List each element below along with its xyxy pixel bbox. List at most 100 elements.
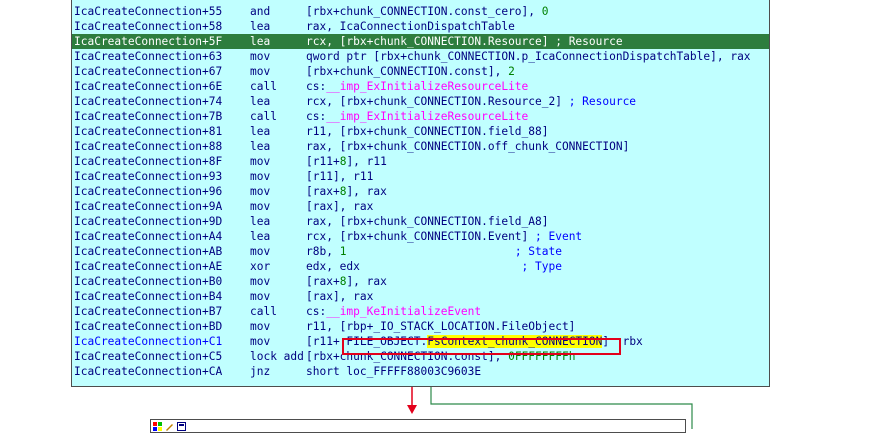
operand-token[interactable]: ], rax bbox=[346, 275, 386, 288]
instruction-row[interactable]: IcaCreateConnection+AE xor edx, edx ; Type bbox=[72, 259, 769, 274]
operand-token[interactable]: [r11+ bbox=[306, 335, 346, 348]
operand-token[interactable]: rcx, [rbx+chunk_CONNECTION.Event] bbox=[306, 230, 535, 243]
operand-token[interactable]: rcx, [rbx+chunk_CONNECTION.Resource] bbox=[306, 35, 555, 48]
operand-token[interactable]: ; State bbox=[515, 245, 562, 258]
instruction-operands[interactable]: rcx, [rbx+chunk_CONNECTION.Event] ; Even… bbox=[306, 229, 582, 244]
instruction-row[interactable]: IcaCreateConnection+63 mov qword ptr [rbx+… bbox=[72, 49, 769, 64]
instruction-mnemonic[interactable]: lea bbox=[250, 19, 270, 34]
operand-token[interactable]: FsContext_chunk_CONNECTION bbox=[427, 335, 603, 348]
instruction-row[interactable]: IcaCreateConnection+C1 mov [r11+ FILE_OBJE… bbox=[72, 334, 769, 349]
basic-block-node[interactable]: IcaCreateConnection+50callmemsetIcaCreat… bbox=[71, 0, 770, 387]
instruction-mnemonic[interactable]: mov bbox=[250, 244, 270, 259]
instruction-address[interactable]: IcaCreateConnection+A4 bbox=[74, 229, 222, 244]
instruction-mnemonic[interactable]: and bbox=[250, 4, 270, 19]
operand-token[interactable]: [rax+ bbox=[306, 275, 340, 288]
operand-token[interactable]: __imp_ExInitializeResourceLite bbox=[326, 110, 528, 123]
next-basic-block-node[interactable] bbox=[150, 419, 686, 433]
operand-token[interactable]: 0 bbox=[542, 5, 549, 18]
operand-token[interactable]: cs: bbox=[306, 110, 326, 123]
instruction-row[interactable]: IcaCreateConnection+67 mov [rbx+chunk_CONN… bbox=[72, 64, 769, 79]
operand-token[interactable]: [r11+ bbox=[306, 155, 340, 168]
instruction-address[interactable]: IcaCreateConnection+6E bbox=[74, 79, 222, 94]
instruction-row[interactable]: IcaCreateConnection+BD mov r11, [rbp+_IO_S… bbox=[72, 319, 769, 334]
instruction-row[interactable]: IcaCreateConnection+CA jnz short loc_FFFFF… bbox=[72, 364, 769, 379]
instruction-row[interactable]: IcaCreateConnection+96 mov [rax+8], rax bbox=[72, 184, 769, 199]
instruction-operands[interactable]: rcx, [rbx+chunk_CONNECTION.Resource] ; R… bbox=[306, 34, 623, 49]
operand-token[interactable]: __imp_KeInitializeEvent bbox=[326, 305, 481, 318]
operand-token[interactable]: __imp_ExInitializeResourceLite bbox=[326, 80, 528, 93]
operand-token[interactable]: ] rbx bbox=[602, 335, 642, 348]
instruction-row[interactable]: IcaCreateConnection+7B call cs:__imp_ExIni… bbox=[72, 109, 769, 124]
instruction-row[interactable]: IcaCreateConnection+B7 call cs:__imp_KeIni… bbox=[72, 304, 769, 319]
instruction-row[interactable]: IcaCreateConnection+5F lea rcx, [rbx+chunk… bbox=[72, 34, 769, 49]
operand-token[interactable]: ], r11 bbox=[346, 155, 386, 168]
instruction-mnemonic[interactable]: xor bbox=[250, 259, 270, 274]
instruction-mnemonic[interactable]: lea bbox=[250, 34, 270, 49]
instruction-address[interactable]: IcaCreateConnection+96 bbox=[74, 184, 222, 199]
instruction-address[interactable]: IcaCreateConnection+81 bbox=[74, 124, 222, 139]
operand-token[interactable] bbox=[346, 245, 514, 258]
instruction-operands[interactable]: qword ptr [rbx+chunk_CONNECTION.p_IcaCon… bbox=[306, 49, 751, 64]
instruction-operands[interactable]: short loc_FFFFF88003C9603E bbox=[306, 364, 481, 379]
instruction-operands[interactable]: [rbx+chunk_CONNECTION.const], 2 bbox=[306, 64, 515, 79]
instruction-mnemonic[interactable]: mov bbox=[250, 169, 270, 184]
instruction-address[interactable]: IcaCreateConnection+CA bbox=[74, 364, 222, 379]
instruction-row[interactable]: IcaCreateConnection+9A mov [rax], rax bbox=[72, 199, 769, 214]
instruction-address[interactable]: IcaCreateConnection+63 bbox=[74, 49, 222, 64]
operand-token[interactable]: [rax], rax bbox=[306, 200, 373, 213]
graph-color-icon[interactable] bbox=[153, 422, 162, 431]
instruction-mnemonic[interactable]: mov bbox=[250, 184, 270, 199]
instruction-mnemonic[interactable]: mov bbox=[250, 49, 270, 64]
instruction-address[interactable]: IcaCreateConnection+9A bbox=[74, 199, 222, 214]
instruction-address[interactable]: IcaCreateConnection+BD bbox=[74, 319, 222, 334]
instruction-row[interactable]: IcaCreateConnection+6E call cs:__imp_ExIni… bbox=[72, 79, 769, 94]
operand-token[interactable]: ; Event bbox=[535, 230, 582, 243]
instruction-mnemonic[interactable]: lea bbox=[250, 139, 270, 154]
instruction-address[interactable]: IcaCreateConnection+7B bbox=[74, 109, 222, 124]
operand-token[interactable]: FILE_OBJECT. bbox=[346, 335, 427, 348]
rename-icon[interactable] bbox=[165, 422, 174, 431]
instruction-address[interactable]: IcaCreateConnection+5F bbox=[74, 34, 222, 49]
operand-token[interactable]: [rax], rax bbox=[306, 290, 373, 303]
instruction-address[interactable]: IcaCreateConnection+93 bbox=[74, 169, 222, 184]
instruction-operands[interactable]: cs:__imp_KeInitializeEvent bbox=[306, 304, 481, 319]
operand-token[interactable]: cs: bbox=[306, 80, 326, 93]
operand-token[interactable]: [rbx+chunk_CONNECTION.const], bbox=[306, 350, 508, 363]
operand-token[interactable]: rax, [rbx+chunk_CONNECTION.off_chunk_CON… bbox=[306, 140, 629, 153]
instruction-address[interactable]: IcaCreateConnection+B7 bbox=[74, 304, 222, 319]
operand-token[interactable]: rax, [rbx+chunk_CONNECTION.field_A8] bbox=[306, 215, 548, 228]
operand-token[interactable]: [r11], r11 bbox=[306, 170, 373, 183]
instruction-row[interactable]: IcaCreateConnection+58 lea rax, IcaConnect… bbox=[72, 19, 769, 34]
instruction-operands[interactable]: [rax+8], rax bbox=[306, 184, 387, 199]
instruction-mnemonic[interactable]: lea bbox=[250, 214, 270, 229]
instruction-mnemonic[interactable]: mov bbox=[250, 154, 270, 169]
operand-token[interactable]: [rax+ bbox=[306, 185, 340, 198]
instruction-operands[interactable]: rax, IcaConnectionDispatchTable bbox=[306, 19, 515, 34]
operand-token[interactable]: [rbx+chunk_CONNECTION.const], bbox=[306, 65, 508, 78]
instruction-address[interactable]: IcaCreateConnection+8F bbox=[74, 154, 222, 169]
operand-token[interactable]: [rbx+chunk_CONNECTION.const_cero], bbox=[306, 5, 542, 18]
instruction-operands[interactable]: cs:__imp_ExInitializeResourceLite bbox=[306, 79, 528, 94]
instruction-row[interactable]: IcaCreateConnection+C5 lock add [rbx+chunk… bbox=[72, 349, 769, 364]
instruction-row[interactable]: IcaCreateConnection+A4 lea rcx, [rbx+chunk… bbox=[72, 229, 769, 244]
instruction-operands[interactable]: [rax+8], rax bbox=[306, 274, 387, 289]
operand-token[interactable]: ; Resource bbox=[569, 95, 636, 108]
operand-token[interactable]: r11, [rbp+_IO_STACK_LOCATION.FileObject] bbox=[306, 320, 575, 333]
instruction-operands[interactable]: [rbx+chunk_CONNECTION.const], 0FFFFFFFFh bbox=[306, 349, 575, 364]
instruction-operands[interactable]: [rbx+chunk_CONNECTION.const_cero], 0 bbox=[306, 4, 549, 19]
instruction-row[interactable]: IcaCreateConnection+88 lea rax, [rbx+chunk… bbox=[72, 139, 769, 154]
instruction-row[interactable]: IcaCreateConnection+B4 mov [rax], rax bbox=[72, 289, 769, 304]
instruction-address[interactable]: IcaCreateConnection+B0 bbox=[74, 274, 222, 289]
instruction-mnemonic[interactable]: mov bbox=[250, 319, 270, 334]
instruction-mnemonic[interactable]: lea bbox=[250, 229, 270, 244]
instruction-row[interactable]: IcaCreateConnection+AB mov r8b, 1 ; State bbox=[72, 244, 769, 259]
instruction-operands[interactable]: [rax], rax bbox=[306, 289, 373, 304]
operand-token[interactable]: memset bbox=[306, 0, 346, 3]
instruction-row[interactable]: IcaCreateConnection+9D lea rax, [rbx+chunk… bbox=[72, 214, 769, 229]
instruction-row[interactable]: IcaCreateConnection+74 lea rcx, [rbx+chunk… bbox=[72, 94, 769, 109]
instruction-operands[interactable]: rcx, [rbx+chunk_CONNECTION.Resource_2] ;… bbox=[306, 94, 636, 109]
instruction-operands[interactable]: rax, [rbx+chunk_CONNECTION.off_chunk_CON… bbox=[306, 139, 629, 154]
operand-token[interactable]: ], rax bbox=[346, 185, 386, 198]
instruction-row[interactable]: IcaCreateConnection+93 mov [r11], r11 bbox=[72, 169, 769, 184]
instruction-address[interactable]: IcaCreateConnection+74 bbox=[74, 94, 222, 109]
